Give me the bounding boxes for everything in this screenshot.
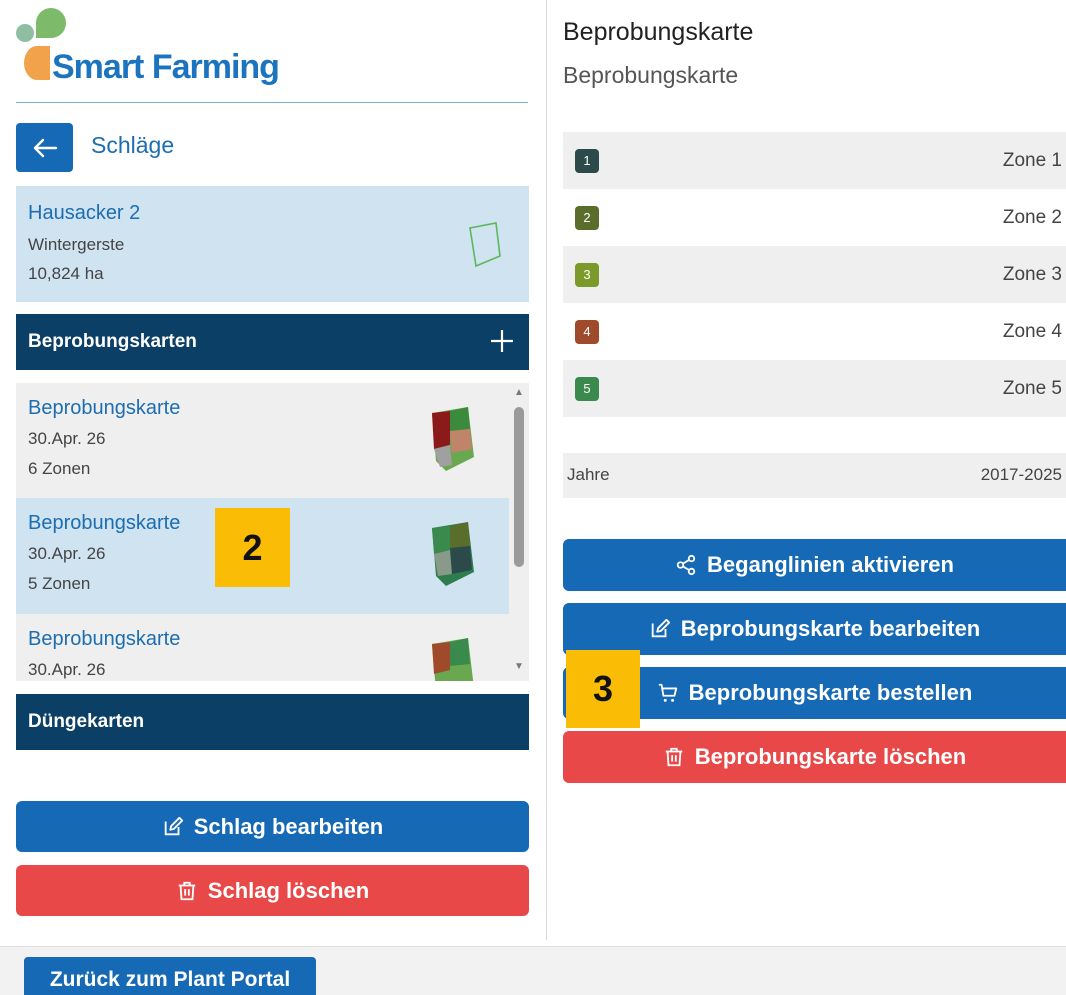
years-value: 2017-2025 <box>980 465 1062 484</box>
section-header-duengekarten[interactable]: Düngekarten <box>16 694 529 750</box>
map-date: 30.Apr. 26 <box>28 429 106 448</box>
zone-row: 2 Zone 2 <box>563 189 1066 246</box>
section-title: Düngekarten <box>28 711 145 732</box>
button-label: Schlag bearbeiten <box>193 813 384 839</box>
map-date: 30.Apr. 26 <box>28 660 106 679</box>
field-outline-icon <box>469 222 501 268</box>
field-name: Hausacker 2 <box>28 202 141 224</box>
arrow-left-icon <box>33 138 57 157</box>
zone-label: Zone 4 <box>1002 320 1062 342</box>
detail-subtitle: Beprobungskarte <box>563 62 739 88</box>
footer: Zurück zum Plant Portal <box>0 946 1066 995</box>
logo-leaf-orange <box>24 46 50 80</box>
callout-marker-2: 2 <box>215 508 290 587</box>
page-title: Schläge <box>91 132 175 158</box>
field-area: 10,824 ha <box>28 264 104 283</box>
logo-text: Smart Farming <box>52 48 280 86</box>
zone-label: Zone 1 <box>1002 149 1062 171</box>
zone-label: Zone 2 <box>1002 206 1062 228</box>
button-label: Beprobungskarte bestellen <box>688 680 973 705</box>
list-item[interactable]: Beprobungskarte 30.Apr. 26 6 Zonen <box>16 383 509 499</box>
button-label: Beganglinien aktivieren <box>707 552 954 577</box>
logo-leaf-green <box>36 8 66 38</box>
field-card[interactable]: Hausacker 2 Wintergerste 10,824 ha <box>16 186 529 302</box>
zone-row: 4 Zone 4 <box>563 303 1066 360</box>
cart-icon <box>658 683 677 702</box>
trash-icon <box>665 747 683 767</box>
map-zones: 5 Zonen <box>28 574 91 593</box>
zone-row: 5 Zone 5 <box>563 360 1066 417</box>
map-thumbnail <box>432 638 474 681</box>
detail-title: Beprobungskarte <box>563 18 754 46</box>
map-date: 30.Apr. 26 <box>28 544 106 563</box>
zone-row: 1 Zone 1 <box>563 132 1066 189</box>
map-title: Beprobungskarte <box>28 628 181 650</box>
back-button[interactable] <box>16 123 73 172</box>
zone-badge: 2 <box>575 205 599 230</box>
zone-row: 3 Zone 3 <box>563 246 1066 303</box>
share-icon <box>676 554 696 576</box>
scroll-down-arrow-icon[interactable]: ▼ <box>514 661 524 672</box>
zone-badge: 4 <box>575 319 599 344</box>
years-row: Jahre 2017-2025 <box>563 453 1066 498</box>
scroll-up-arrow-icon[interactable]: ▲ <box>514 387 524 398</box>
map-thumbnail <box>432 407 474 471</box>
map-thumbnail <box>432 522 474 586</box>
smart-farming-logo: Smart Farming <box>16 8 280 88</box>
button-label: Beprobungskarte bearbeiten <box>680 616 981 641</box>
zone-badge: 1 <box>575 148 599 173</box>
list-scrollbar[interactable]: ▲ ▼ <box>509 383 529 681</box>
section-title: Beprobungskarten <box>28 331 197 352</box>
map-zones: 6 Zonen <box>28 459 91 478</box>
edit-field-button[interactable]: Schlag bearbeiten <box>16 801 529 852</box>
trash-icon <box>178 881 196 900</box>
activate-lines-button[interactable]: Beganglinien aktivieren <box>563 539 1066 591</box>
delete-map-button[interactable]: Beprobungskarte löschen <box>563 731 1066 783</box>
back-to-portal-button[interactable]: Zurück zum Plant Portal <box>24 957 316 995</box>
left-panel: Smart Farming Schläge Hausacker 2 Winter… <box>0 0 546 940</box>
callout-marker-3: 3 <box>566 650 640 728</box>
list-item[interactable]: Beprobungskarte 30.Apr. 26 <box>16 614 509 681</box>
section-header-beprobungskarten: Beprobungskarten <box>16 314 529 370</box>
edit-map-button[interactable]: Beprobungskarte bearbeiten <box>563 603 1066 655</box>
header-divider <box>16 102 528 103</box>
edit-icon <box>164 816 183 835</box>
logo-leaf-teal <box>16 24 34 42</box>
field-crop: Wintergerste <box>28 235 125 254</box>
edit-icon <box>651 618 670 638</box>
map-title: Beprobungskarte <box>28 512 181 534</box>
add-map-button[interactable] <box>485 324 519 358</box>
zone-label: Zone 3 <box>1002 263 1062 285</box>
map-title: Beprobungskarte <box>28 397 181 419</box>
delete-field-button[interactable]: Schlag löschen <box>16 865 529 916</box>
years-label: Jahre <box>567 465 610 484</box>
plus-icon <box>491 330 513 352</box>
zone-badge: 5 <box>575 376 599 401</box>
zone-label: Zone 5 <box>1002 377 1062 399</box>
panel-divider <box>546 0 547 940</box>
zone-badge: 3 <box>575 262 599 287</box>
scroll-thumb[interactable] <box>514 407 524 567</box>
button-label: Schlag löschen <box>207 877 370 903</box>
button-label: Beprobungskarte löschen <box>694 744 967 769</box>
